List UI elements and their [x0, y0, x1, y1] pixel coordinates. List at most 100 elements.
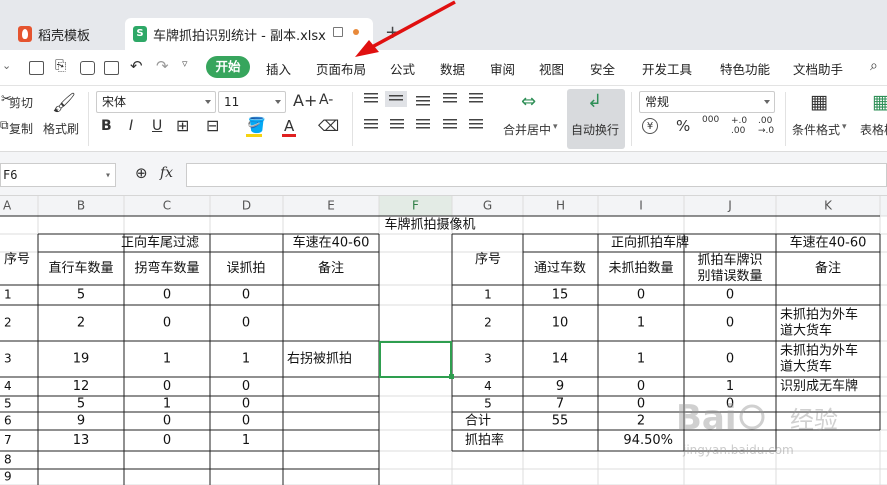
conditional-format-label[interactable]: 条件格式: [792, 121, 840, 138]
left-group-header: 正向车尾过滤: [121, 235, 199, 251]
cond-format-dropdown-icon[interactable]: ▾: [842, 122, 847, 132]
menu-item-doc-assistant[interactable]: 文档助手: [793, 59, 843, 78]
clear-format-icon[interactable]: ⌫: [318, 117, 339, 135]
tab-active-workbook[interactable]: S 车牌抓拍识别统计 - 副本.xlsx: [125, 18, 373, 50]
right-cell: 0: [637, 397, 645, 412]
right-cell: 0: [726, 288, 734, 303]
name-box[interactable]: F6 ▾: [0, 163, 116, 187]
worksheet-canvas[interactable]: A B C D E F G H I J K 车牌抓拍摄像机正向车尾过滤 车速在40-60 序号直行车数量 拐…: [0, 196, 887, 485]
menu-item-features[interactable]: 特色功能: [720, 59, 770, 78]
copy-icon[interactable]: ⧉: [0, 118, 9, 133]
selected-cell[interactable]: [379, 341, 452, 378]
tab-window-icon[interactable]: [333, 27, 343, 37]
name-box-dropdown-icon[interactable]: ▾: [105, 165, 111, 187]
customize-qa-icon[interactable]: ▿: [182, 57, 188, 70]
indent-increase-icon[interactable]: [469, 93, 483, 105]
right-header-passed: 通过车数: [534, 260, 586, 276]
font-color-icon[interactable]: A: [284, 117, 294, 135]
increase-font-icon[interactable]: A+: [293, 91, 317, 110]
right-remark-line2: 道大货车: [780, 359, 832, 375]
column-header-f: F: [412, 199, 419, 213]
print-icon[interactable]: [80, 61, 95, 75]
font-name-select[interactable]: 宋体: [96, 91, 216, 113]
menu-item-security[interactable]: 安全: [590, 59, 615, 78]
undo-icon[interactable]: ↶: [130, 57, 143, 75]
currency-icon[interactable]: ¥: [642, 118, 658, 134]
menu-item-view[interactable]: 视图: [539, 59, 564, 78]
merge-dropdown-icon[interactable]: ▾: [553, 122, 558, 132]
formula-input[interactable]: [186, 163, 887, 187]
italic-button[interactable]: I: [129, 118, 133, 134]
menu-item-page-layout[interactable]: 页面布局: [316, 59, 366, 78]
right-remark: 识别成无车牌: [780, 378, 858, 394]
left-row-seq: 1: [4, 288, 12, 302]
redo-icon[interactable]: ↷: [156, 57, 169, 75]
column-header-i: I: [639, 199, 643, 213]
home-ribbon: ✂ 剪切 ⧉ 复制 🖌 格式刷 宋体 11 A+ A- B I U ⊞ ⊟ 🪣 …: [0, 86, 887, 152]
formula-bar: F6 ▾ ⊕ fx: [0, 152, 887, 196]
conditional-format-icon[interactable]: ▦: [810, 91, 828, 113]
left-remark: 右拐被抓拍: [287, 352, 352, 367]
align-bottom-icon[interactable]: [416, 96, 430, 108]
fill-handle[interactable]: [449, 374, 454, 379]
decrease-font-icon[interactable]: A-: [319, 92, 333, 108]
export-icon[interactable]: ⎘: [55, 58, 66, 74]
zoom-find-icon[interactable]: ⊕: [135, 164, 148, 182]
new-tab-button[interactable]: +: [385, 22, 400, 43]
worksheet-grid[interactable]: A B C D E F G H I J K 车牌抓拍摄像机 正向车尾过滤 车速在40-60 序号 直行车数量 拐…: [0, 196, 887, 485]
align-top-icon[interactable]: [364, 93, 378, 105]
fill-color-icon[interactable]: 🪣: [247, 116, 266, 134]
align-left-icon[interactable]: [364, 119, 378, 131]
wrap-text-button[interactable]: ↲ 自动换行: [567, 89, 625, 149]
align-center-icon[interactable]: [390, 119, 404, 131]
collapse-chevron-icon[interactable]: ⌄: [2, 59, 11, 72]
thousands-sep-icon[interactable]: 000: [702, 116, 719, 125]
column-header-b: B: [77, 199, 85, 213]
font-size-select[interactable]: 11: [218, 91, 286, 113]
menu-item-review[interactable]: 审阅: [490, 59, 515, 78]
left-header-3: 误抓拍: [226, 261, 265, 276]
right-row-seq: 3: [484, 352, 492, 366]
left-row-seq: 4: [4, 379, 12, 393]
underline-button[interactable]: U: [152, 118, 162, 134]
align-right-icon[interactable]: [416, 119, 430, 131]
format-painter-icon[interactable]: 🖌: [52, 91, 76, 114]
merge-center-label[interactable]: 合并居中: [503, 121, 551, 138]
border-icon[interactable]: ⊞: [176, 116, 189, 135]
left-cell: 9: [77, 414, 85, 429]
right-header-seq: 序号: [475, 252, 501, 267]
search-icon[interactable]: ⌕: [870, 58, 878, 74]
print-preview-icon[interactable]: [104, 61, 119, 75]
cell-reference: F6: [3, 168, 18, 182]
percent-icon[interactable]: %: [676, 117, 690, 135]
table-style-label[interactable]: 表格样: [860, 121, 887, 138]
tab-docer-templates[interactable]: 稻壳模板: [0, 18, 118, 50]
merge-center-icon[interactable]: ⇔: [521, 91, 536, 112]
right-cell: 1: [637, 352, 645, 367]
justify-icon[interactable]: [443, 119, 457, 131]
indent-decrease-icon[interactable]: [443, 93, 457, 105]
insert-function-icon[interactable]: fx: [160, 165, 173, 181]
number-format-select[interactable]: 常规: [639, 91, 775, 113]
table-style-icon[interactable]: ▦: [872, 91, 887, 113]
left-cell: 1: [242, 433, 250, 448]
right-cell: 1: [637, 316, 645, 331]
right-cell: 0: [726, 316, 734, 331]
increase-decimal-icon[interactable]: +.0.00: [731, 116, 747, 136]
menu-item-start[interactable]: 开始: [206, 56, 250, 78]
copy-label[interactable]: 复制: [9, 120, 33, 137]
menu-item-insert[interactable]: 插入: [266, 59, 291, 78]
cut-label[interactable]: 剪切: [9, 94, 33, 111]
right-remark-line1: 未抓拍为外车: [780, 343, 858, 359]
menu-item-formulas[interactable]: 公式: [390, 59, 415, 78]
menu-item-data[interactable]: 数据: [440, 59, 465, 78]
decrease-decimal-icon[interactable]: .00 →.0: [758, 116, 774, 136]
cell-style-icon[interactable]: ⊟: [206, 116, 219, 135]
bold-button[interactable]: B: [101, 118, 112, 134]
align-middle-lines: [389, 95, 403, 103]
distribute-icon[interactable]: [469, 119, 483, 131]
menu-item-developer[interactable]: 开发工具: [642, 59, 692, 78]
left-cell: 5: [77, 397, 85, 412]
format-painter-label[interactable]: 格式刷: [43, 120, 79, 137]
save-icon[interactable]: [29, 61, 44, 75]
